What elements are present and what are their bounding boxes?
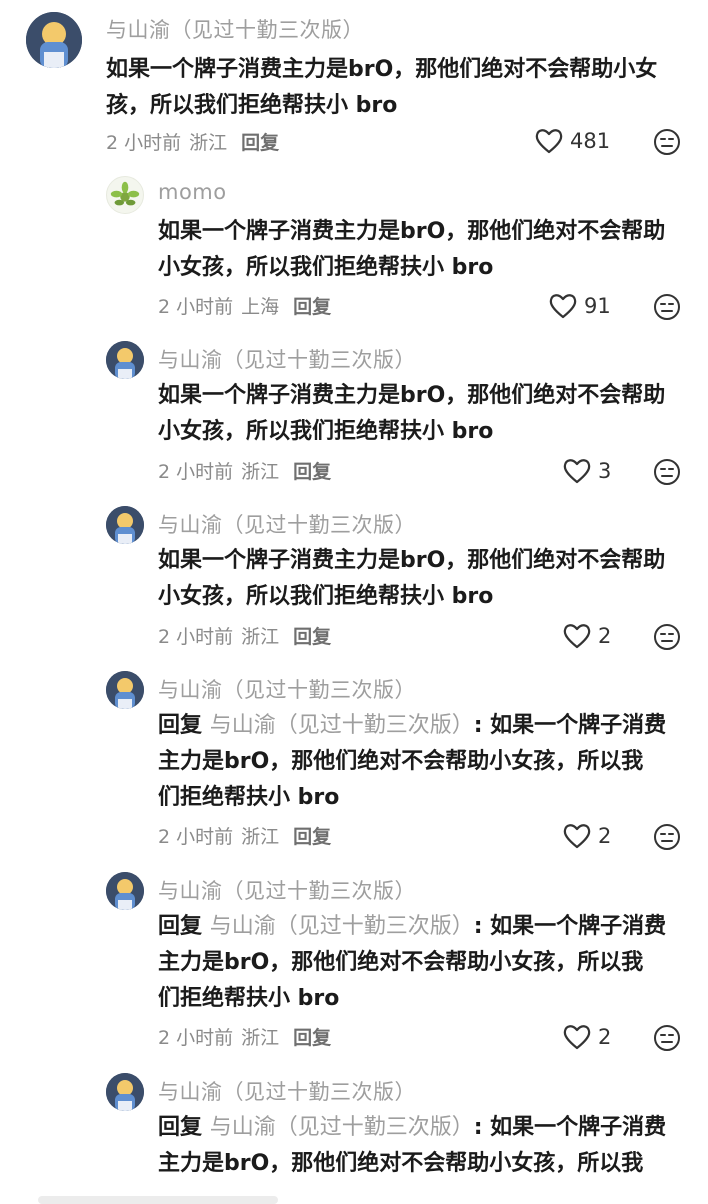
- like-button[interactable]: 2: [562, 1023, 611, 1051]
- comment-time: 2 小时前: [158, 1027, 234, 1049]
- comment-time: 2 小时前: [158, 826, 234, 848]
- neutral-face-icon: [654, 1025, 680, 1051]
- avatar-image: [26, 12, 82, 68]
- dislike-button[interactable]: [653, 293, 681, 321]
- like-count: 91: [584, 294, 611, 318]
- comment-location: 浙江: [189, 132, 228, 154]
- user-avatar[interactable]: [106, 176, 144, 214]
- reply-button[interactable]: 回复: [293, 1027, 331, 1049]
- like-button[interactable]: 91: [548, 292, 611, 320]
- like-count: 481: [570, 129, 611, 153]
- comment-meta: 2 小时前 上海 回复: [158, 292, 331, 319]
- reply-button[interactable]: 回复: [241, 132, 279, 154]
- comment-text: 回复 与山渝（见过十勤三次版）: 如果一个牌子消费 主力是brO，那他们绝对不会…: [158, 708, 698, 816]
- like-button[interactable]: 3: [562, 457, 611, 485]
- neutral-face-icon: [654, 624, 680, 650]
- dislike-button[interactable]: [653, 128, 681, 156]
- comment-text: 如果一个牌子消费主力是brO，那他们绝对不会帮助 小女孩，所以我们拒绝帮扶小 b…: [158, 219, 666, 280]
- user-avatar[interactable]: [106, 671, 144, 709]
- comment-time: 2 小时前: [106, 132, 182, 154]
- comment-text: 回复 与山渝（见过十勤三次版）: 如果一个牌子消费 主力是brO，那他们绝对不会…: [158, 909, 698, 1017]
- comment-meta: 2 小时前 浙江 回复: [106, 128, 279, 155]
- comment-meta: 2 小时前 浙江 回复: [158, 622, 331, 649]
- comment-location: 浙江: [241, 461, 280, 483]
- comment-time: 2 小时前: [158, 626, 234, 648]
- like-button[interactable]: 2: [562, 822, 611, 850]
- avatar-image: [106, 506, 144, 544]
- heart-outline-icon: [563, 1025, 591, 1050]
- avatar-image: [106, 872, 144, 910]
- dislike-button[interactable]: [653, 823, 681, 851]
- comment-text: 如果一个牌子消费主力是brO，那他们绝对不会帮助 小女孩，所以我们拒绝帮扶小 b…: [158, 383, 666, 444]
- reply-target-username[interactable]: 与山渝（见过十勤三次版）: [210, 914, 474, 939]
- reply-word: 回复: [158, 713, 203, 738]
- comment-location: 浙江: [241, 626, 280, 648]
- reply-button[interactable]: 回复: [293, 826, 331, 848]
- comment-username[interactable]: momo: [158, 180, 227, 204]
- comment-username[interactable]: 与山渝（见过十勤三次版）: [158, 509, 416, 539]
- comment-time: 2 小时前: [158, 461, 234, 483]
- like-button[interactable]: 481: [534, 127, 610, 155]
- comment-username[interactable]: 与山渝（见过十勤三次版）: [158, 1076, 416, 1106]
- neutral-face-icon: [654, 294, 680, 320]
- comment-text: 如果一个牌子消费主力是brO，那他们绝对不会帮助 小女孩，所以我们拒绝帮扶小 b…: [158, 548, 666, 609]
- avatar-image: [106, 671, 144, 709]
- comment-username[interactable]: 与山渝（见过十勤三次版）: [158, 875, 416, 905]
- user-avatar[interactable]: [106, 1073, 144, 1111]
- reply-button[interactable]: 回复: [293, 461, 331, 483]
- user-avatar[interactable]: [106, 872, 144, 910]
- dislike-button[interactable]: [653, 1024, 681, 1052]
- heart-outline-icon: [549, 294, 577, 319]
- heart-outline-icon: [535, 129, 563, 154]
- avatar-image: [106, 1073, 144, 1111]
- comment-username[interactable]: 与山渝（见过十勤三次版）: [158, 674, 416, 704]
- comment-location: 浙江: [241, 826, 280, 848]
- dislike-button[interactable]: [653, 623, 681, 651]
- avatar-image: [106, 341, 144, 379]
- reply-button[interactable]: 回复: [293, 296, 331, 318]
- reply-target-username[interactable]: 与山渝（见过十勤三次版）: [210, 713, 474, 738]
- comment-text: 回复 与山渝（见过十勤三次版）: 如果一个牌子消费 主力是brO，那他们绝对不会…: [158, 1110, 698, 1182]
- neutral-face-icon: [654, 459, 680, 485]
- neutral-face-icon: [654, 129, 680, 155]
- reply-word: 回复: [158, 914, 203, 939]
- heart-outline-icon: [563, 824, 591, 849]
- avatar-image: [110, 181, 140, 206]
- like-count: 3: [598, 459, 612, 483]
- heart-outline-icon: [563, 624, 591, 649]
- comment-meta: 2 小时前 浙江 回复: [158, 1023, 331, 1050]
- reply-button[interactable]: 回复: [293, 626, 331, 648]
- user-avatar[interactable]: [26, 12, 82, 68]
- neutral-face-icon: [654, 824, 680, 850]
- bottom-input-bar[interactable]: [38, 1196, 278, 1204]
- comment-meta: 2 小时前 浙江 回复: [158, 457, 331, 484]
- comment-location: 上海: [241, 296, 280, 318]
- like-count: 2: [598, 824, 612, 848]
- comment-time: 2 小时前: [158, 296, 234, 318]
- reply-target-username[interactable]: 与山渝（见过十勤三次版）: [210, 1115, 474, 1140]
- comment-meta: 2 小时前 浙江 回复: [158, 822, 331, 849]
- reply-word: 回复: [158, 1115, 203, 1140]
- user-avatar[interactable]: [106, 506, 144, 544]
- like-count: 2: [598, 624, 612, 648]
- like-count: 2: [598, 1025, 612, 1049]
- comment-username[interactable]: 与山渝（见过十勤三次版）: [106, 14, 364, 44]
- heart-outline-icon: [563, 459, 591, 484]
- comment-text: 如果一个牌子消费主力是brO，那他们绝对不会帮助小女 孩，所以我们拒绝帮扶小 b…: [106, 57, 658, 118]
- comment-username[interactable]: 与山渝（见过十勤三次版）: [158, 344, 416, 374]
- comment-location: 浙江: [241, 1027, 280, 1049]
- user-avatar[interactable]: [106, 341, 144, 379]
- dislike-button[interactable]: [653, 458, 681, 486]
- like-button[interactable]: 2: [562, 622, 611, 650]
